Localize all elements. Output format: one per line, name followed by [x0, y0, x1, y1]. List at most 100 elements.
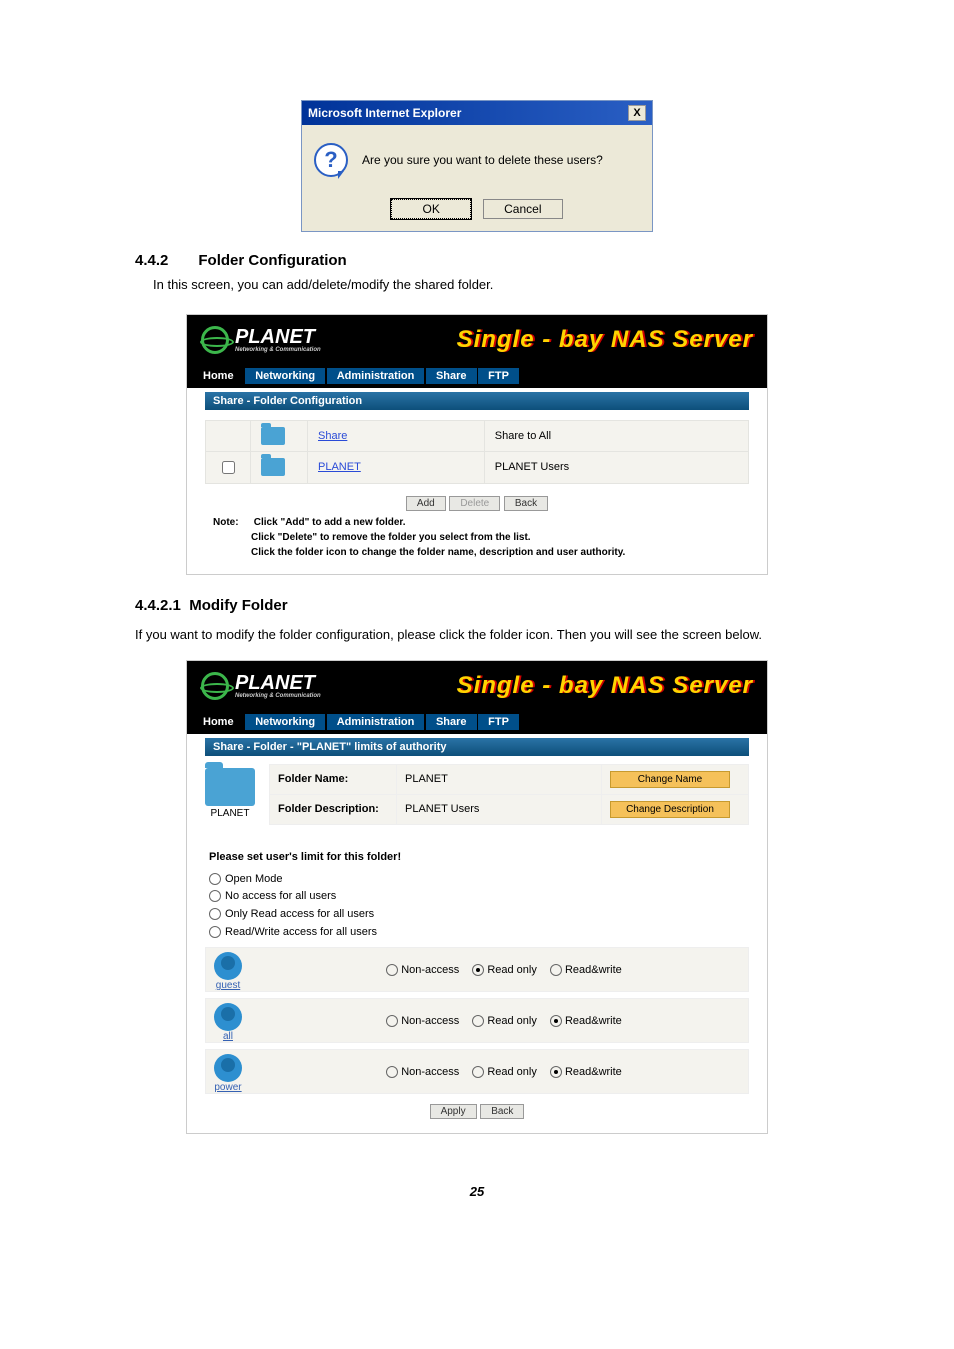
heading-4-4-2: 4.4.2 Folder Configuration: [135, 252, 819, 269]
nav-administration[interactable]: Administration: [327, 714, 425, 730]
dialog-title-text: Microsoft Internet Explorer: [308, 106, 461, 120]
heading-number: 4.4.2.1: [135, 597, 181, 614]
folder-icon[interactable]: [261, 458, 285, 476]
mode-noacc-label: No access for all users: [225, 890, 336, 902]
nav-networking[interactable]: Networking: [245, 368, 325, 384]
perm-rw-label: Read&write: [565, 1066, 622, 1078]
perm-rw-radio[interactable]: [550, 964, 562, 976]
heading-title: Folder Configuration: [198, 252, 346, 269]
page-number: 25: [135, 1184, 819, 1199]
table-row: Share Share to All: [206, 420, 749, 451]
nav-home[interactable]: Home: [193, 368, 244, 384]
perm-non-radio[interactable]: [386, 1066, 398, 1078]
note-line-3: Click the folder icon to change the fold…: [251, 545, 625, 560]
confirm-dialog: Microsoft Internet Explorer X ? Are you …: [301, 100, 653, 232]
radio-no-access[interactable]: [209, 890, 221, 902]
perm-non-label: Non-access: [401, 964, 459, 976]
perm-rw-label: Read&write: [565, 964, 622, 976]
mode-radio-group: Open Mode No access for all users Only R…: [209, 871, 749, 941]
delete-button[interactable]: Delete: [449, 496, 500, 511]
nas-folder-detail-panel: PLANET Networking & Communication Single…: [186, 660, 768, 1134]
user-row-all: all Non-access Read only Read&write: [205, 998, 749, 1043]
planet-ring-icon: [201, 326, 229, 354]
folder-link-planet[interactable]: PLANET: [318, 461, 361, 473]
row-checkbox[interactable]: [222, 461, 235, 474]
note-label: Note:: [213, 515, 251, 530]
perm-ro-label: Read only: [487, 1015, 537, 1027]
perm-rw-radio[interactable]: [550, 1066, 562, 1078]
folder-desc-label: Folder Description:: [270, 794, 397, 824]
heading-number: 4.4.2: [135, 252, 168, 269]
planet-ring-icon: [201, 672, 229, 700]
back-button[interactable]: Back: [504, 496, 548, 511]
user-row-power: power Non-access Read only Read&write: [205, 1049, 749, 1094]
perm-ro-label: Read only: [487, 964, 537, 976]
nav-administration[interactable]: Administration: [327, 368, 425, 384]
perm-non-radio[interactable]: [386, 1015, 398, 1027]
mode-open-label: Open Mode: [225, 873, 282, 885]
folder-link-share[interactable]: Share: [318, 430, 347, 442]
folder-large-label: PLANET: [205, 808, 255, 819]
logo-text: PLANET: [235, 672, 321, 695]
close-icon[interactable]: X: [628, 105, 646, 121]
user-link-guest[interactable]: guest: [206, 980, 250, 991]
perm-rw-radio[interactable]: [550, 1015, 562, 1027]
nav-share[interactable]: Share: [426, 714, 477, 730]
mode-rw-label: Read/Write access for all users: [225, 926, 377, 938]
folder-icon[interactable]: [261, 427, 285, 445]
perm-rw-label: Read&write: [565, 1015, 622, 1027]
heading-4-4-2-1: 4.4.2.1 Modify Folder: [135, 597, 819, 614]
folder-large-icon: [205, 768, 255, 806]
perm-ro-radio[interactable]: [472, 964, 484, 976]
cancel-button[interactable]: Cancel: [483, 199, 563, 219]
folder-desc: Share to All: [484, 420, 748, 451]
nas-nav: Home Networking Administration Share FTP: [187, 711, 767, 734]
perm-non-label: Non-access: [401, 1066, 459, 1078]
perm-non-radio[interactable]: [386, 964, 398, 976]
section-bar-folder-config: Share - Folder Configuration: [205, 392, 749, 410]
note-line-2: Click "Delete" to remove the folder you …: [251, 530, 531, 545]
folder-name-value: PLANET: [397, 764, 602, 794]
section-bar-folder-auth: Share - Folder - "PLANET" limits of auth…: [205, 738, 749, 756]
change-name-button[interactable]: Change Name: [610, 771, 730, 788]
folder-desc: PLANET Users: [484, 451, 748, 483]
note-line-1: Click "Add" to add a new folder.: [254, 517, 406, 528]
radio-read-only[interactable]: [209, 908, 221, 920]
folder-name-label: Folder Name:: [270, 764, 397, 794]
perm-ro-radio[interactable]: [472, 1015, 484, 1027]
perm-non-label: Non-access: [401, 1015, 459, 1027]
nas-header: PLANET Networking & Communication Single…: [187, 661, 767, 711]
nav-home[interactable]: Home: [193, 714, 244, 730]
planet-logo: PLANET Networking & Communication: [201, 672, 321, 700]
user-row-guest: guest Non-access Read only Read&write: [205, 947, 749, 992]
ok-button[interactable]: OK: [391, 199, 471, 219]
add-button[interactable]: Add: [406, 496, 446, 511]
user-icon: [214, 1054, 242, 1082]
nas-title: Single - bay NAS Server: [457, 326, 753, 354]
nav-networking[interactable]: Networking: [245, 714, 325, 730]
limits-heading: Please set user's limit for this folder!: [209, 851, 749, 863]
nav-ftp[interactable]: FTP: [478, 368, 519, 384]
intro-text-4421: If you want to modify the folder configu…: [135, 622, 819, 648]
nav-ftp[interactable]: FTP: [478, 714, 519, 730]
mode-readonly-label: Only Read access for all users: [225, 908, 374, 920]
back-button[interactable]: Back: [480, 1104, 524, 1119]
radio-open-mode[interactable]: [209, 873, 221, 885]
nas-header: PLANET Networking & Communication Single…: [187, 315, 767, 365]
dialog-message: Are you sure you want to delete these us…: [362, 153, 603, 167]
user-link-power[interactable]: power: [206, 1082, 250, 1093]
user-icon: [214, 1003, 242, 1031]
radio-read-write[interactable]: [209, 926, 221, 938]
nas-folder-list-panel: PLANET Networking & Communication Single…: [186, 314, 768, 575]
share-folder-table: Share Share to All PLANET PLANET Users: [205, 420, 749, 484]
folder-desc-value: PLANET Users: [397, 794, 602, 824]
nav-share[interactable]: Share: [426, 368, 477, 384]
perm-ro-radio[interactable]: [472, 1066, 484, 1078]
user-link-all[interactable]: all: [206, 1031, 250, 1042]
apply-button[interactable]: Apply: [430, 1104, 477, 1119]
logo-subtext: Networking & Communication: [235, 693, 321, 699]
question-icon: ?: [314, 143, 348, 177]
folder-preview: PLANET: [205, 764, 255, 825]
intro-text-442: In this screen, you can add/delete/modif…: [153, 275, 819, 296]
change-description-button[interactable]: Change Description: [610, 801, 730, 818]
